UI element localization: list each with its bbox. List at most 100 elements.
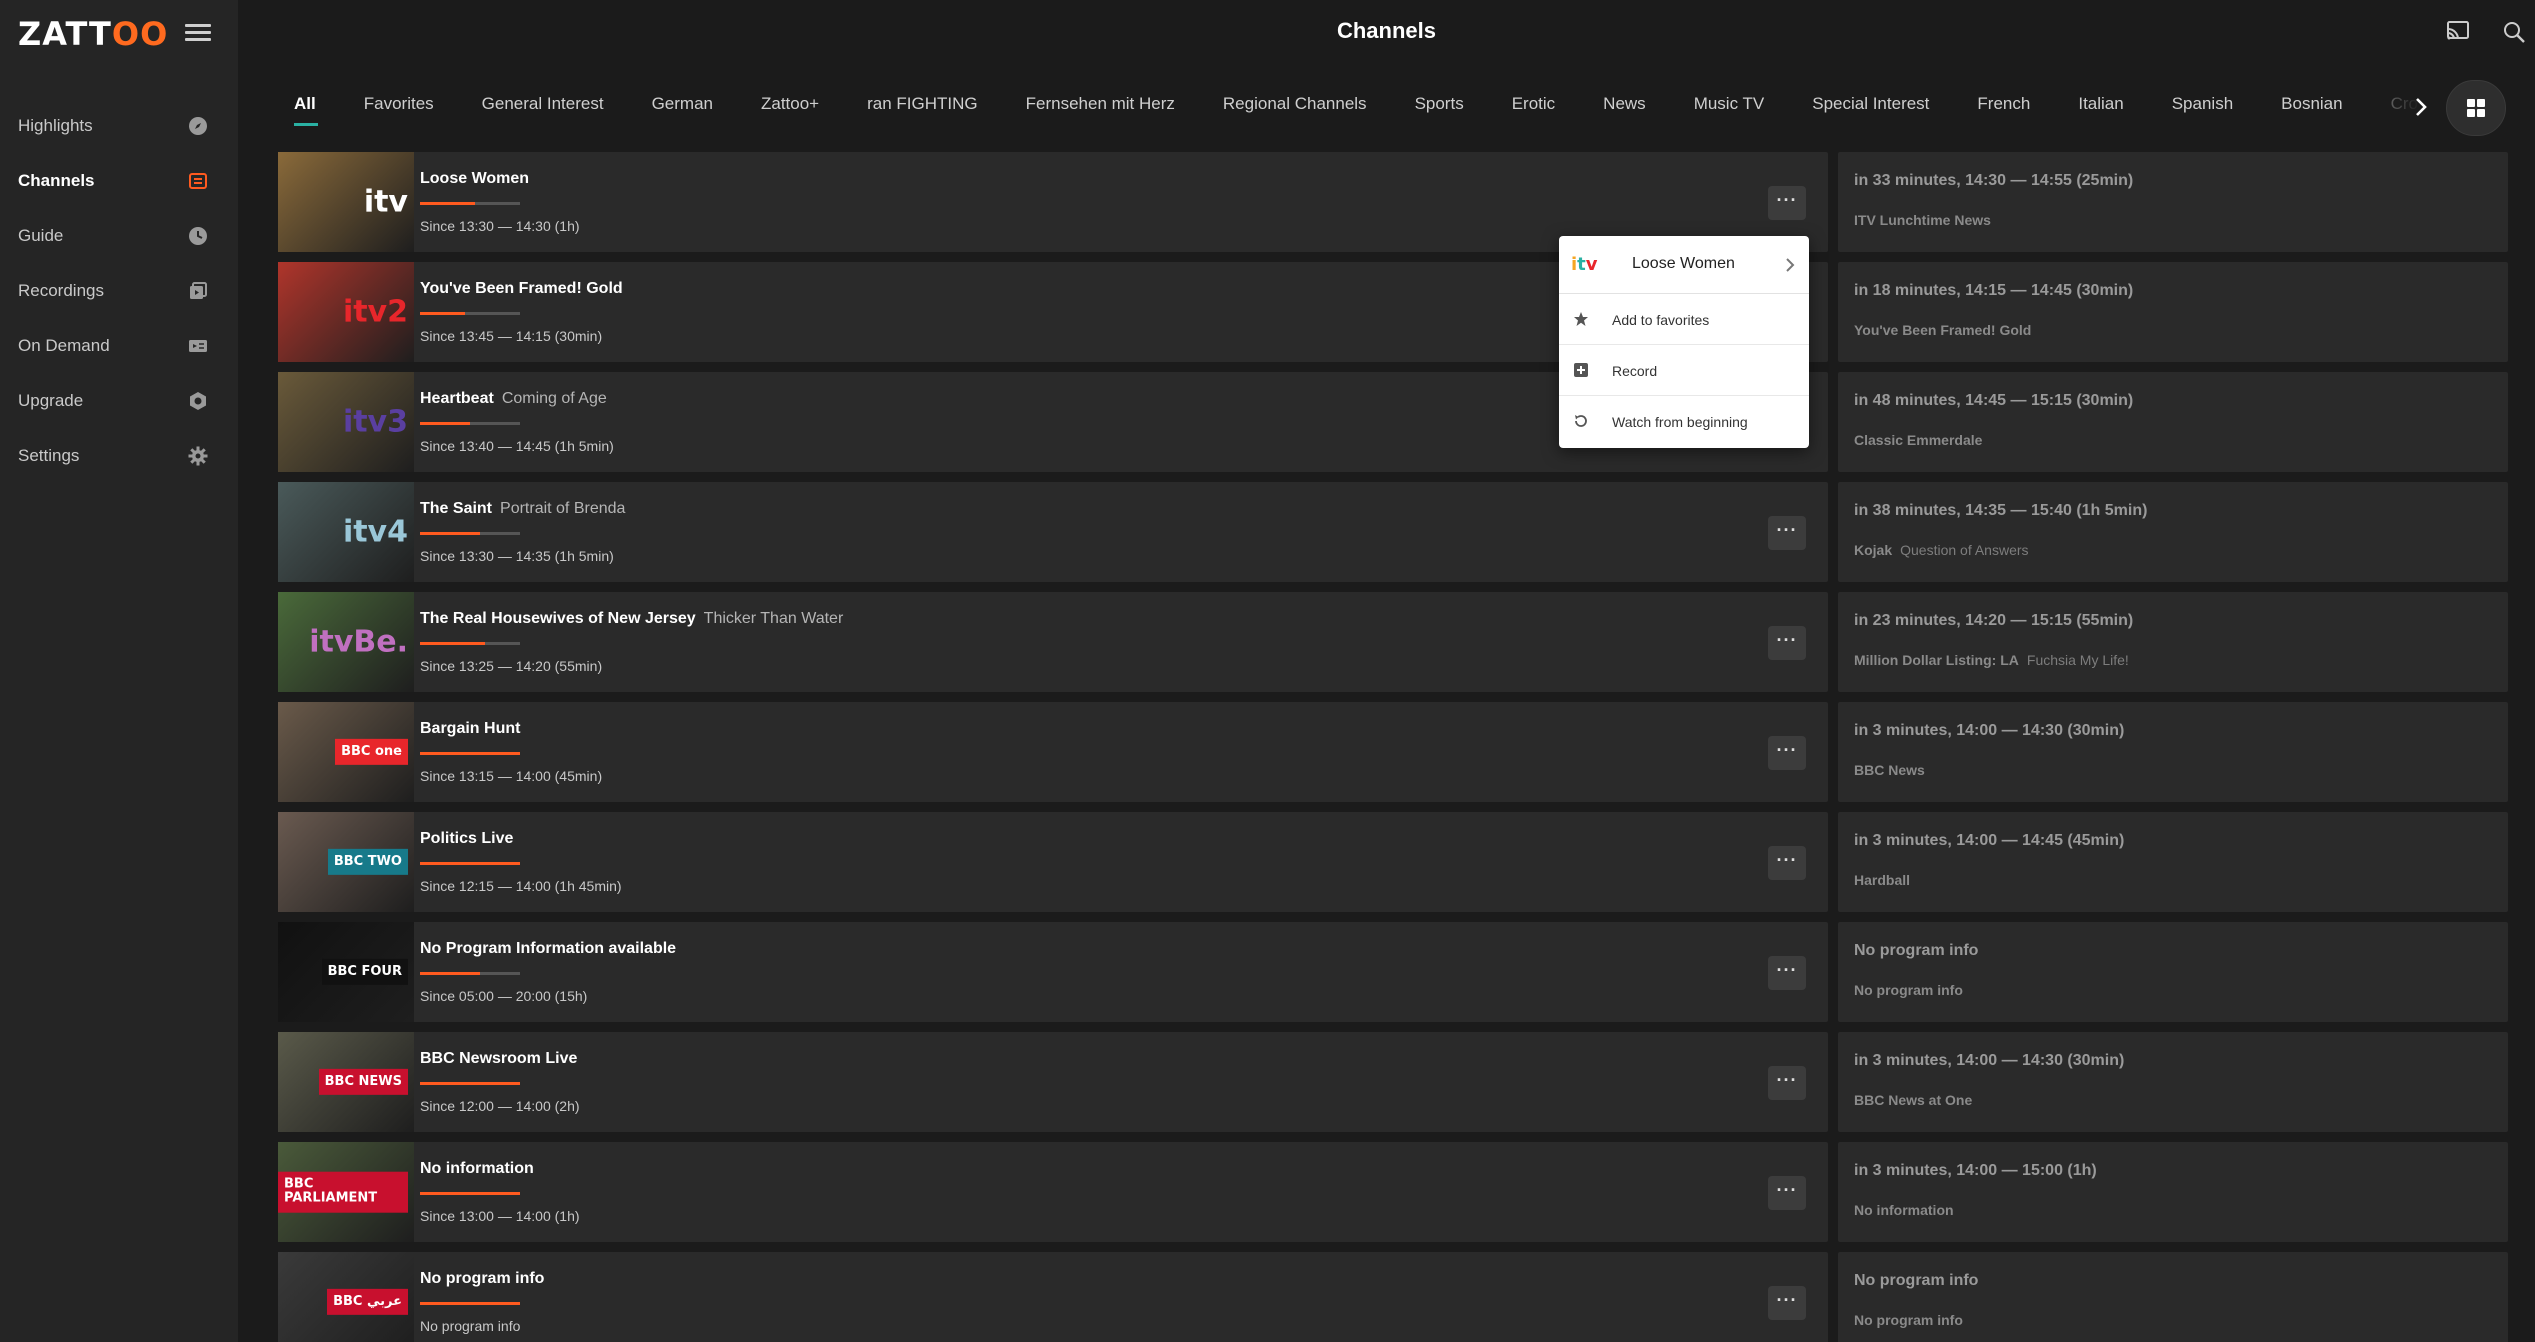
now-playing-card[interactable]: BBC one Bargain Hunt Since 13:15 — 14:00 (…: [278, 702, 1828, 802]
more-options-button[interactable]: ···: [1768, 516, 1806, 550]
next-program-time: in 48 minutes, 14:45 — 15:15 (30min): [1854, 392, 2134, 409]
sidebar-item-on-demand[interactable]: On Demand: [0, 318, 238, 373]
tab-ran-fighting[interactable]: ran FIGHTING: [852, 88, 978, 126]
up-next-card[interactable]: in 33 minutes, 14:30 — 14:55 (25min) ITV …: [1838, 152, 2508, 252]
tab-sports[interactable]: Sports: [1400, 88, 1464, 126]
more-options-button[interactable]: ···: [1768, 846, 1806, 880]
tab-general-interest[interactable]: General Interest: [467, 88, 604, 126]
channel-thumbnail[interactable]: BBC TWO: [278, 812, 414, 912]
tab-erotic[interactable]: Erotic: [1497, 88, 1555, 126]
now-playing-card[interactable]: itv4 The Saint Portrait of Brenda Since 13:…: [278, 482, 1828, 582]
tab-fernsehen-mit-herz[interactable]: Fernsehen mit Herz: [1011, 88, 1175, 126]
up-next-card[interactable]: in 38 minutes, 14:35 — 15:40 (1h 5min) Ko…: [1838, 482, 2508, 582]
tab-french[interactable]: French: [1962, 88, 2030, 126]
program-time: Since 13:15 — 14:00 (45min): [420, 768, 603, 784]
now-playing-card[interactable]: BBC عربي No program info No program info ··…: [278, 1252, 1828, 1342]
next-program-title: Kojak: [1854, 542, 1893, 558]
next-program-title: Classic Emmerdale: [1854, 432, 1983, 448]
tab-news[interactable]: News: [1588, 88, 1646, 126]
hamburger-menu-icon[interactable]: [185, 20, 211, 44]
context-menu-header[interactable]: itv Loose Women: [1559, 236, 1809, 294]
zattoo-logo[interactable]: ZATT OO: [18, 14, 168, 54]
channel-logo: itv: [363, 184, 408, 220]
menu-item-record[interactable]: Record: [1559, 345, 1809, 396]
program-time: Since 12:15 — 14:00 (1h 45min): [420, 878, 622, 894]
up-next-card[interactable]: No program info No program info: [1838, 922, 2508, 1022]
more-options-button[interactable]: ···: [1768, 956, 1806, 990]
tab-special-interest[interactable]: Special Interest: [1797, 88, 1929, 126]
sidebar-item-label: Upgrade: [18, 390, 84, 410]
channel-logo: itv: [1571, 254, 1598, 275]
channel-logo: BBC TWO: [327, 848, 408, 876]
grid-view-button[interactable]: [2446, 80, 2506, 136]
up-next-card[interactable]: in 3 minutes, 14:00 — 14:30 (30min) BBC N…: [1838, 702, 2508, 802]
sidebar-item-channels[interactable]: Channels: [0, 153, 238, 208]
channel-thumbnail[interactable]: itv2: [278, 262, 414, 362]
now-playing-card[interactable]: BBC TWO Politics Live Since 12:15 — 14:00 …: [278, 812, 1828, 912]
tab-all[interactable]: All: [280, 88, 318, 126]
cast-icon[interactable]: [2446, 20, 2472, 44]
now-playing-card[interactable]: BBC NEWS BBC Newsroom Live Since 12:00 — 1…: [278, 1032, 1828, 1132]
channel-logo: BBC FOUR: [321, 958, 408, 986]
tab-music-tv[interactable]: Music TV: [1679, 88, 1765, 126]
more-options-button[interactable]: ···: [1768, 1176, 1806, 1210]
up-next-card[interactable]: in 3 minutes, 14:00 — 14:30 (30min) BBC N…: [1838, 1032, 2508, 1132]
channel-row: itv Loose Women Since 13:30 — 14:30 (1h) ··…: [278, 152, 2508, 262]
program-title: No program info: [420, 1270, 545, 1287]
up-next-card[interactable]: in 18 minutes, 14:15 — 14:45 (30min) You'…: [1838, 262, 2508, 362]
sidebar-item-highlights[interactable]: Highlights: [0, 98, 238, 153]
channel-thumbnail[interactable]: BBC PARLIAMENT: [278, 1142, 414, 1242]
program-title: Heartbeat: [420, 390, 494, 407]
channel-thumbnail[interactable]: BBC عربي: [278, 1252, 414, 1342]
up-next-card[interactable]: in 3 minutes, 14:00 — 15:00 (1h) No infor…: [1838, 1142, 2508, 1242]
now-playing-card[interactable]: BBC PARLIAMENT No information Since 13:00 …: [278, 1142, 1828, 1242]
channel-thumbnail[interactable]: itv4: [278, 482, 414, 582]
channel-thumbnail[interactable]: itv: [278, 152, 414, 252]
now-playing-card[interactable]: itvBe. The Real Housewives of New Jersey T…: [278, 592, 1828, 692]
more-options-button[interactable]: ···: [1768, 1286, 1806, 1320]
program-title: You've Been Framed! Gold: [420, 280, 623, 297]
next-program-time: in 23 minutes, 14:20 — 15:15 (55min): [1854, 612, 2134, 629]
up-next-card[interactable]: in 3 minutes, 14:00 — 14:45 (45min) Hardb…: [1838, 812, 2508, 912]
tab-favorites[interactable]: Favorites: [349, 88, 434, 126]
sidebar-item-recordings[interactable]: Recordings: [0, 263, 238, 318]
tab-zattoo-[interactable]: Zattoo+: [746, 88, 819, 126]
channel-thumbnail[interactable]: BBC one: [278, 702, 414, 802]
channel-logo: itv2: [342, 294, 408, 330]
tab-regional-channels[interactable]: Regional Channels: [1208, 88, 1367, 126]
menu-item-watch-from-beginning[interactable]: Watch from beginning: [1559, 396, 1809, 447]
tab-bosnian[interactable]: Bosnian: [2266, 88, 2342, 126]
search-icon[interactable]: [2502, 20, 2528, 44]
more-options-button[interactable]: ···: [1768, 186, 1806, 220]
sidebar-item-settings[interactable]: Settings: [0, 428, 238, 483]
more-options-button[interactable]: ···: [1768, 1066, 1806, 1100]
sidebar-item-guide[interactable]: Guide: [0, 208, 238, 263]
channel-thumbnail[interactable]: BBC NEWS: [278, 1032, 414, 1132]
more-options-button[interactable]: ···: [1768, 626, 1806, 660]
tab-spanish[interactable]: Spanish: [2157, 88, 2233, 126]
progress-bar: [420, 972, 520, 975]
menu-item-label: Record: [1612, 363, 1658, 379]
more-options-button[interactable]: ···: [1768, 736, 1806, 770]
up-next-card[interactable]: in 48 minutes, 14:45 — 15:15 (30min) Clas…: [1838, 372, 2508, 472]
program-time: Since 13:45 — 14:15 (30min): [420, 328, 603, 344]
next-episode: Fuchsia My Life!: [2026, 652, 2129, 668]
sidebar-item-upgrade[interactable]: Upgrade: [0, 373, 238, 428]
now-playing-card[interactable]: BBC FOUR No Program Information available…: [278, 922, 1828, 1022]
up-next-card[interactable]: in 23 minutes, 14:20 — 15:15 (55min) Mill…: [1838, 592, 2508, 692]
chevron-right-icon[interactable]: [2406, 92, 2436, 122]
tab-german[interactable]: German: [637, 88, 713, 126]
channel-row: BBC عربي No program info No program info ··…: [278, 1252, 2508, 1342]
menu-item-add-to-favorites[interactable]: Add to favorites: [1559, 294, 1809, 345]
program-title: The Real Housewives of New Jersey: [420, 610, 696, 627]
sidebar-item-label: Recordings: [18, 280, 104, 300]
channel-thumbnail[interactable]: itvBe.: [278, 592, 414, 692]
channel-thumbnail[interactable]: BBC FOUR: [278, 922, 414, 1022]
context-menu-title: Loose Women: [1632, 255, 1735, 272]
up-next-card[interactable]: No program info No program info: [1838, 1252, 2508, 1342]
episode-title: Thicker Than Water: [703, 610, 844, 627]
next-program-title: ITV Lunchtime News: [1854, 212, 1991, 228]
tab-italian[interactable]: Italian: [2063, 88, 2123, 126]
sidebar: ZATT OO Highlights Channels Guide Recordings…: [0, 0, 238, 1342]
channel-thumbnail[interactable]: itv3: [278, 372, 414, 472]
